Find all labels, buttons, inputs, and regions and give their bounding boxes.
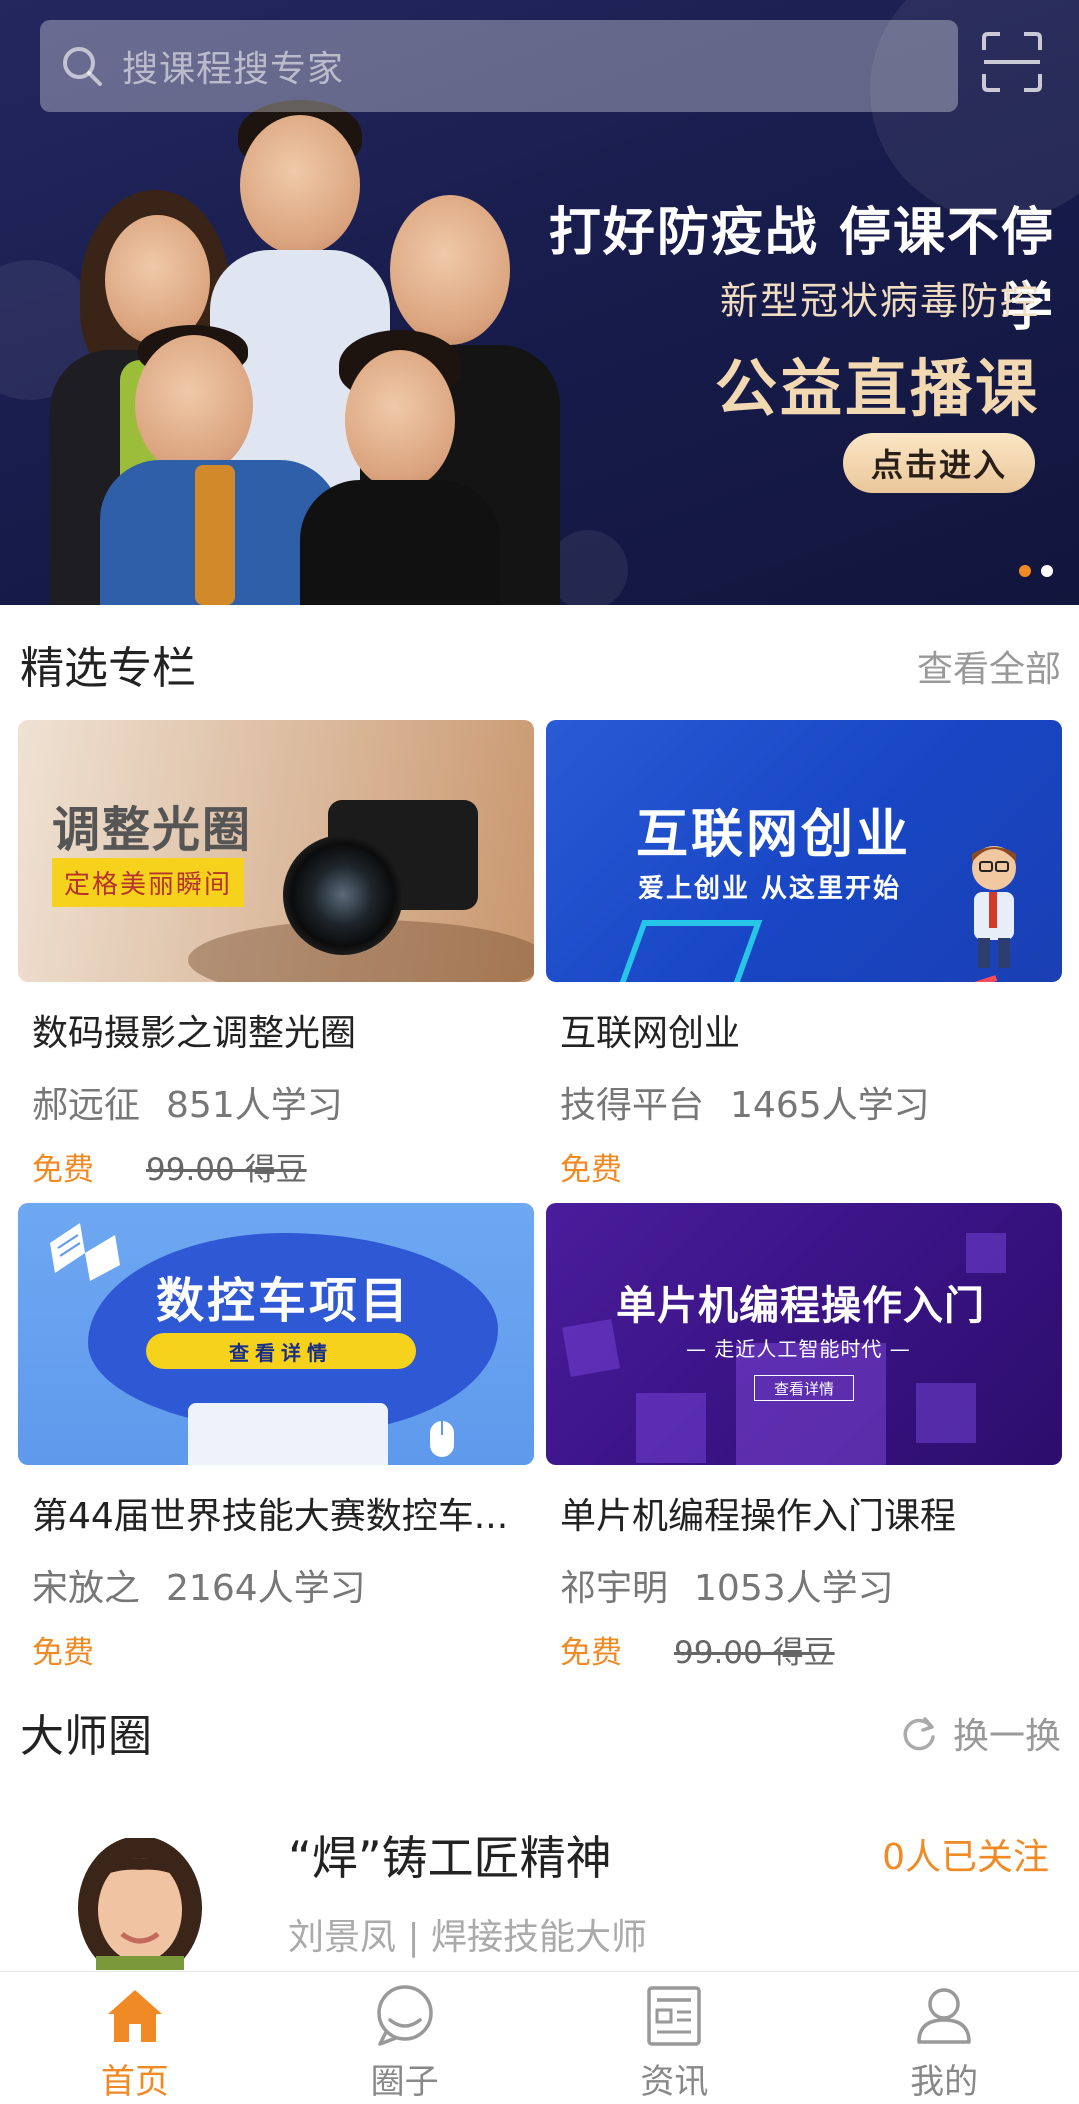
- course-meta: 宋放之 2164人学习: [18, 1559, 534, 1611]
- course-meta: 技得平台 1465人学习: [546, 1076, 1062, 1128]
- carousel-indicator: [1019, 565, 1053, 577]
- thumbnail-pill: 查看详情: [146, 1333, 416, 1369]
- tab-profile[interactable]: 我的: [809, 1972, 1079, 2104]
- hero-banner[interactable]: 搜课程搜专家 打好防疫战 停课不停学 新型冠状病毒防控 公益直播课 点击进入: [0, 0, 1079, 605]
- thumbnail-text: 数控车项目: [156, 1273, 412, 1329]
- tab-circle[interactable]: 圈子: [270, 1972, 540, 2104]
- banner-enter-button[interactable]: 点击进入: [843, 433, 1035, 493]
- course-author: 祁宇明: [560, 1568, 669, 1609]
- cartoon-figure: [972, 846, 1016, 968]
- master-item[interactable]: “焊”铸工匠精神 0人已关注 刘景凤 | 焊接技能大师: [0, 1800, 1079, 1970]
- home-icon: [107, 1990, 162, 2042]
- thumbnail-tag: 定格美丽瞬间: [52, 858, 245, 907]
- course-meta: 郝远征 851人学习: [18, 1076, 534, 1128]
- banner-big-title: 公益直播课: [714, 352, 1040, 425]
- thumbnail-text: 互联网创业: [636, 805, 912, 865]
- mouse-icon: [430, 1421, 454, 1457]
- thumbnail-subtext: 爱上创业 从这里开始: [638, 874, 902, 904]
- refresh-label: 换一换: [952, 1716, 1061, 1757]
- original-price: 99.00 得豆: [674, 1635, 835, 1671]
- tab-label: 首页: [100, 2062, 169, 2102]
- user-icon: [917, 1988, 971, 2044]
- course-title[interactable]: 单片机编程操作入门课程: [546, 1487, 1062, 1539]
- course-price: 免费 99.00 得豆: [546, 1627, 1062, 1672]
- news-icon: [647, 1986, 702, 2046]
- price-free: 免费: [560, 1152, 622, 1188]
- price-free: 免费: [560, 1635, 622, 1671]
- course-price: 免费 99.00 得豆: [18, 1144, 534, 1189]
- course-learners: 1465人学习: [730, 1085, 930, 1126]
- course-price: 免费: [18, 1627, 534, 1672]
- course-thumbnail[interactable]: 调整光圈 定格美丽瞬间: [18, 720, 534, 982]
- course-author: 郝远征: [32, 1085, 141, 1126]
- search-icon: [54, 38, 110, 94]
- course-thumbnail[interactable]: 单片机编程操作入门 — 走近人工智能时代 — 查看详情: [546, 1203, 1062, 1465]
- presenters-image: [40, 100, 600, 605]
- tab-label: 圈子: [370, 2062, 439, 2102]
- master-subtitle: 刘景凤 | 焊接技能大师: [288, 1917, 648, 1958]
- thumbnail-button: 查看详情: [754, 1375, 854, 1401]
- carousel-dot-active: [1019, 565, 1031, 577]
- course-learners: 1053人学习: [694, 1568, 894, 1609]
- search-placeholder[interactable]: 搜课程搜专家: [122, 40, 344, 92]
- course-author: 宋放之: [32, 1568, 141, 1609]
- course-title[interactable]: 互联网创业: [546, 1004, 1062, 1056]
- view-all-link[interactable]: 查看全部: [917, 640, 1061, 692]
- tab-label: 资讯: [640, 2062, 709, 2102]
- thumbnail-text: 单片机编程操作入门: [616, 1283, 985, 1329]
- course-card[interactable]: 调整光圈 定格美丽瞬间 数码摄影之调整光圈 郝远征 851人学习 免费 99.00 …: [18, 720, 534, 1189]
- refresh-icon: [903, 1717, 935, 1751]
- bottom-tab-bar: 首页 圈子 资讯 我的: [0, 1971, 1079, 2104]
- refresh-button[interactable]: 换一换: [899, 1707, 1061, 1759]
- course-card[interactable]: 数控车项目 查看详情 第44届世界技能大赛数控车... 宋放之 2164人学习 免…: [18, 1203, 534, 1672]
- featured-section-header: 精选专栏 查看全部: [0, 630, 1079, 700]
- thumbnail-subtext: — 走近人工智能时代 —: [686, 1337, 911, 1361]
- course-thumbnail[interactable]: 数控车项目 查看详情: [18, 1203, 534, 1465]
- course-card[interactable]: 单片机编程操作入门 — 走近人工智能时代 — 查看详情 单片机编程操作入门课程 …: [546, 1203, 1062, 1672]
- banner-subline: 新型冠状病毒防控: [719, 279, 1040, 323]
- chat-bubble-icon: [376, 1985, 433, 2046]
- avatar[interactable]: [66, 1838, 214, 1970]
- master-title[interactable]: “焊”铸工匠精神: [288, 1822, 612, 1888]
- tab-label: 我的: [910, 2062, 979, 2102]
- course-meta: 祁宇明 1053人学习: [546, 1559, 1062, 1611]
- course-learners: 851人学习: [166, 1085, 343, 1126]
- thumbnail-text: 调整光圈: [52, 802, 253, 858]
- course-title[interactable]: 数码摄影之调整光圈: [18, 1004, 534, 1056]
- tab-home[interactable]: 首页: [0, 1972, 270, 2104]
- section-title: 精选专栏: [20, 643, 196, 694]
- course-author: 技得平台: [560, 1085, 705, 1126]
- original-price: 99.00 得豆: [146, 1152, 307, 1188]
- scan-icon[interactable]: [980, 30, 1044, 94]
- book-icon: [50, 1223, 120, 1281]
- course-card[interactable]: 互联网创业 爱上创业 从这里开始 互联网创业 技得平台 1465人学习 免费: [546, 720, 1062, 1189]
- course-learners: 2164人学习: [166, 1568, 366, 1609]
- follow-count[interactable]: 0人已关注: [882, 1828, 1049, 1880]
- course-price: 免费: [546, 1144, 1062, 1189]
- section-title: 大师圈: [20, 1711, 152, 1762]
- price-free: 免费: [32, 1635, 94, 1671]
- price-free: 免费: [32, 1152, 94, 1188]
- tab-news[interactable]: 资讯: [540, 1972, 810, 2104]
- carousel-dot: [1041, 565, 1053, 577]
- search-bar[interactable]: 搜课程搜专家: [40, 20, 958, 112]
- course-title[interactable]: 第44届世界技能大赛数控车...: [18, 1487, 534, 1539]
- course-thumbnail[interactable]: 互联网创业 爱上创业 从这里开始: [546, 720, 1062, 982]
